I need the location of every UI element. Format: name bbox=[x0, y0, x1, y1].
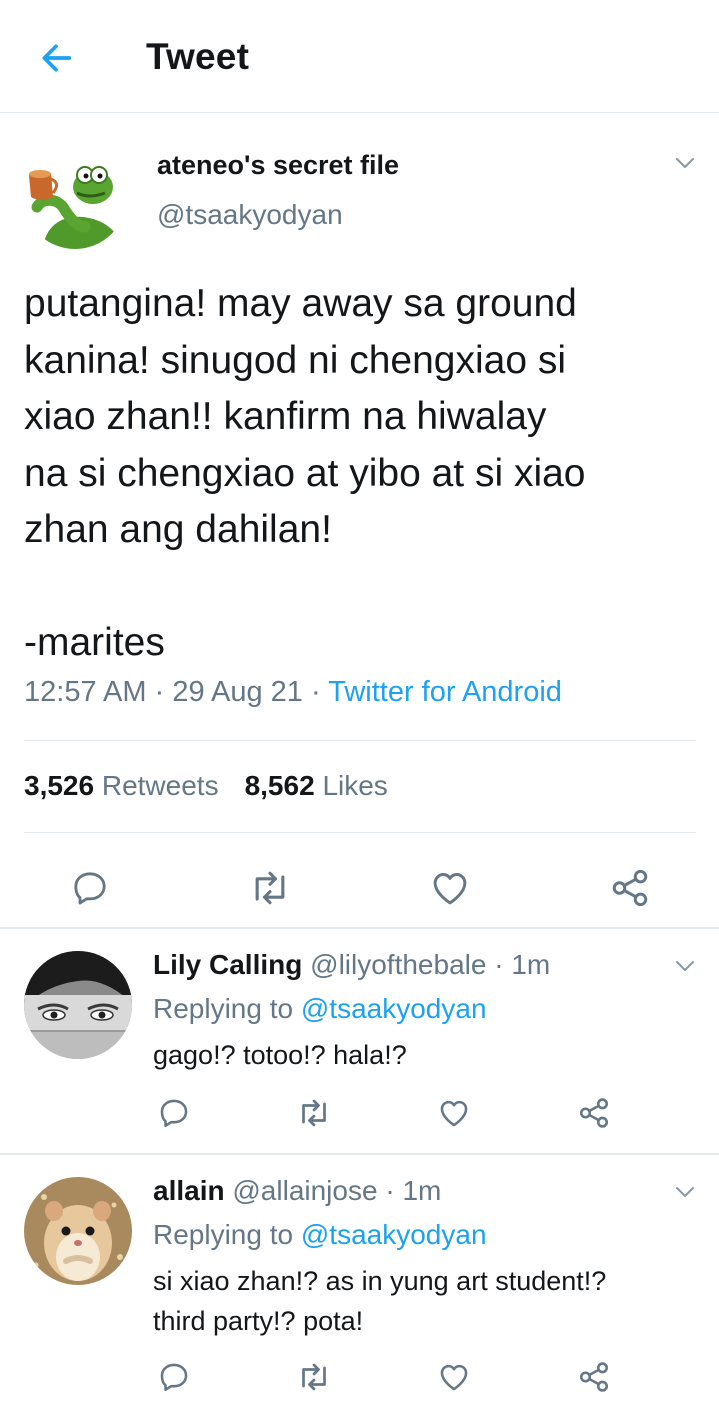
tweet-timestamp-row: 12:57 AM · 29 Aug 21 · Twitter for Andro… bbox=[24, 676, 562, 709]
divider bbox=[24, 832, 696, 833]
reply-header: allain @allainjose · 1m bbox=[153, 1175, 441, 1207]
chevron-down-icon bbox=[676, 1187, 694, 1197]
replying-to-label: Replying to bbox=[153, 993, 294, 1024]
comment-icon bbox=[160, 1099, 188, 1128]
heart-icon bbox=[440, 1364, 468, 1391]
reply-author-handle[interactable]: @lilyofthebale bbox=[310, 949, 486, 980]
retweet-icon bbox=[302, 1099, 326, 1127]
likes-count: 8,562 bbox=[244, 770, 315, 801]
divider bbox=[24, 740, 696, 741]
reply-tweet[interactable]: allain @allainjose · 1m Replying to @tsa… bbox=[0, 1155, 719, 1418]
reply-button[interactable] bbox=[152, 1091, 196, 1135]
avatar[interactable] bbox=[24, 951, 132, 1059]
reply-menu-button[interactable] bbox=[668, 1175, 702, 1209]
replying-to: Replying to @tsaakyodyan bbox=[153, 993, 487, 1025]
reply-menu-button[interactable] bbox=[668, 949, 702, 983]
replying-to-handle[interactable]: @tsaakyodyan bbox=[301, 1219, 487, 1250]
chevron-down-icon bbox=[676, 961, 694, 971]
replying-to-handle[interactable]: @tsaakyodyan bbox=[301, 993, 487, 1024]
like-button[interactable] bbox=[432, 1091, 476, 1135]
arrow-left-icon bbox=[42, 44, 72, 72]
like-button[interactable] bbox=[432, 1355, 476, 1399]
replying-to: Replying to @tsaakyodyan bbox=[153, 1219, 487, 1251]
retweet-icon bbox=[255, 871, 285, 905]
share-button[interactable] bbox=[572, 1091, 616, 1135]
avatar-image bbox=[23, 145, 127, 249]
retweet-button[interactable] bbox=[245, 863, 295, 913]
meta-separator: · bbox=[302, 676, 329, 708]
retweet-icon bbox=[302, 1363, 326, 1391]
replying-to-label: Replying to bbox=[153, 1219, 294, 1250]
retweets-label: Retweets bbox=[101, 770, 219, 801]
reply-author-handle[interactable]: @allainjose bbox=[232, 1175, 377, 1206]
reply-time: 1m bbox=[402, 1175, 442, 1206]
reply-author-name[interactable]: Lily Calling bbox=[153, 949, 302, 980]
tweet-menu-button[interactable] bbox=[668, 146, 702, 180]
retweet-button[interactable] bbox=[292, 1091, 336, 1135]
reply-button[interactable] bbox=[65, 863, 115, 913]
avatar-image bbox=[24, 951, 132, 1059]
share-icon bbox=[612, 869, 648, 907]
page-title: Tweet bbox=[146, 36, 250, 77]
meta-separator: · bbox=[377, 1175, 403, 1206]
like-button[interactable] bbox=[425, 863, 475, 913]
heart-icon bbox=[433, 873, 467, 905]
share-button[interactable] bbox=[572, 1355, 616, 1399]
likes-stat[interactable]: 8,562 Likes bbox=[245, 770, 388, 801]
meta-separator: · bbox=[146, 676, 173, 708]
meta-separator: · bbox=[486, 949, 512, 980]
author-handle[interactable]: @tsaakyodyan bbox=[157, 199, 343, 231]
reply-author-name[interactable]: allain bbox=[153, 1175, 225, 1206]
avatar[interactable] bbox=[24, 1177, 132, 1285]
share-icon bbox=[579, 1362, 609, 1392]
tweet-action-bar bbox=[0, 848, 719, 928]
reply-header: Lily Calling @lilyofthebale · 1m bbox=[153, 949, 550, 981]
reply-text: si xiao zhan!? as in yung art student!? … bbox=[153, 1266, 607, 1336]
share-icon bbox=[579, 1098, 609, 1128]
top-app-bar: Tweet bbox=[0, 0, 719, 113]
reply-text: gago!? totoo!? hala!? bbox=[153, 1040, 407, 1070]
comment-icon bbox=[160, 1363, 188, 1392]
author-name[interactable]: ateneo's secret file bbox=[157, 150, 399, 181]
back-button[interactable] bbox=[34, 36, 78, 80]
avatar-image bbox=[24, 1177, 132, 1285]
retweets-stat[interactable]: 3,526 Retweets bbox=[24, 770, 219, 801]
tweet-date: 29 Aug 21 bbox=[172, 676, 303, 708]
tweet-stats: 3,526 Retweets 8,562 Likes bbox=[24, 770, 388, 802]
share-button[interactable] bbox=[605, 863, 655, 913]
reply-time: 1m bbox=[511, 949, 551, 980]
tweet-time: 12:57 AM bbox=[24, 676, 147, 708]
avatar[interactable] bbox=[23, 145, 127, 249]
tweet-text: putangina! may away sa ground kanina! si… bbox=[24, 282, 586, 664]
reply-button[interactable] bbox=[152, 1355, 196, 1399]
chevron-down-icon bbox=[676, 158, 694, 168]
tweet-source-link[interactable]: Twitter for Android bbox=[328, 676, 562, 708]
retweets-count: 3,526 bbox=[24, 770, 95, 801]
retweet-button[interactable] bbox=[292, 1355, 336, 1399]
heart-icon bbox=[440, 1100, 468, 1127]
reply-tweet[interactable]: Lily Calling @lilyofthebale · 1m Replyin… bbox=[0, 929, 719, 1152]
comment-icon bbox=[74, 872, 106, 905]
likes-label: Likes bbox=[322, 770, 388, 801]
